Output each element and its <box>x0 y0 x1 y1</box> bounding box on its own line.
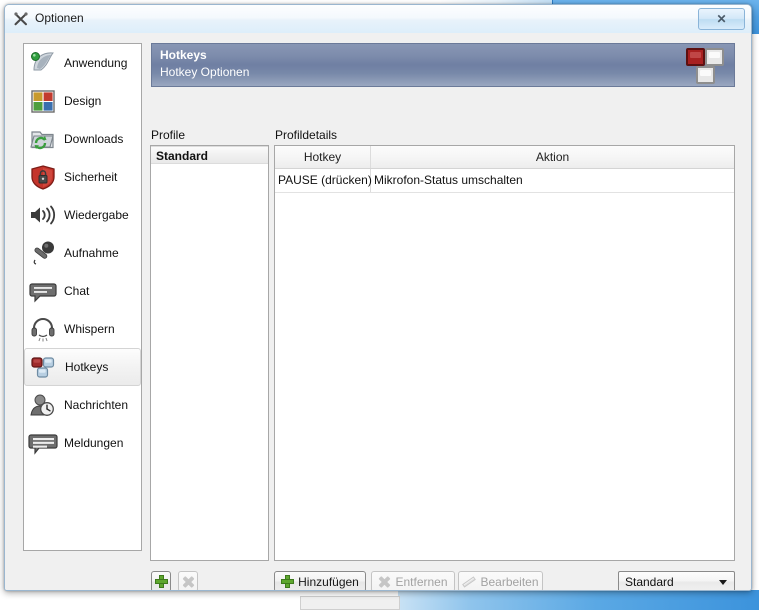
profile-select-value: Standard <box>625 575 674 589</box>
dialog-body: Anwendung Design Downloads Sicherheit Wi… <box>5 33 751 590</box>
sidebar-item-sicherheit[interactable]: Sicherheit <box>24 158 141 196</box>
three-squares-icon <box>686 48 728 84</box>
sidebar-item-label: Downloads <box>64 132 124 146</box>
sidebar-item-label: Sicherheit <box>64 170 118 184</box>
sidebar-item-whispern[interactable]: Whispern <box>24 310 141 348</box>
sidebar-item-chat[interactable]: Chat <box>24 272 141 310</box>
page-title: Hotkeys <box>160 48 207 62</box>
sidebar-item-anwendung[interactable]: Anwendung <box>24 44 141 82</box>
speaker-waves-icon <box>28 200 58 230</box>
speech-bubble-icon <box>28 276 58 306</box>
sidebar-item-downloads[interactable]: Downloads <box>24 120 141 158</box>
profile-list-label: Profile <box>151 128 186 142</box>
section-header: Hotkeys Hotkey Optionen <box>151 43 735 87</box>
sidebar-item-label: Anwendung <box>64 56 128 70</box>
chevron-down-icon <box>719 579 727 585</box>
dialog-title: Optionen <box>35 11 84 25</box>
four-color-squares-icon <box>28 86 58 116</box>
profile-select[interactable]: Standard <box>618 571 735 590</box>
remove-hotkey-button: Entfernen <box>371 571 455 590</box>
sidebar-nav: Anwendung Design Downloads Sicherheit Wi… <box>23 43 142 551</box>
list-item[interactable]: Standard <box>151 146 268 164</box>
speech-bubble-lines-icon <box>28 428 58 458</box>
plus-icon <box>281 575 295 588</box>
sidebar-item-label: Nachrichten <box>64 398 129 412</box>
sidebar-item-label: Wiedergabe <box>64 208 129 222</box>
add-profile-button[interactable] <box>151 571 171 590</box>
add-hotkey-button[interactable]: Hinzufügen <box>274 571 366 590</box>
add-hotkey-label: Hinzufügen <box>298 574 359 589</box>
edit-hotkey-label: Bearbeiten <box>480 574 539 589</box>
microphone-icon <box>28 238 58 268</box>
page-subtitle: Hotkey Optionen <box>160 65 250 79</box>
pencil-icon <box>462 575 476 588</box>
x-icon <box>182 575 195 588</box>
sidebar-item-wiedergabe[interactable]: Wiedergabe <box>24 196 141 234</box>
cell-hotkey: PAUSE (drücken) <box>275 169 372 192</box>
background-taskbar-strip <box>398 590 759 610</box>
remove-profile-button <box>178 571 198 590</box>
sidebar-item-meldungen[interactable]: Meldungen <box>24 424 141 462</box>
sidebar-item-hotkeys[interactable]: Hotkeys <box>24 348 141 386</box>
sidebar-item-label: Whispern <box>64 322 115 336</box>
close-icon: ✕ <box>716 12 727 26</box>
sidebar-item-label: Meldungen <box>64 436 124 450</box>
profile-list[interactable]: Standard <box>150 145 269 561</box>
x-icon <box>378 575 391 588</box>
table-row[interactable]: PAUSE (drücken) Mikrofon-Status umschalt… <box>275 169 734 193</box>
person-clock-icon <box>28 390 58 420</box>
options-dialog: Optionen ✕ Anwendung Design Downloads Si… <box>4 4 752 591</box>
remove-hotkey-label: Entfernen <box>395 574 448 589</box>
crossed-tools-icon <box>13 11 29 27</box>
sidebar-item-label: Design <box>64 94 102 108</box>
background-panel-fragment <box>300 596 400 610</box>
column-header-aktion[interactable]: Aktion <box>371 146 734 168</box>
sidebar-item-label: Chat <box>64 284 90 298</box>
close-button[interactable]: ✕ <box>698 8 745 30</box>
sidebar-item-design[interactable]: Design <box>24 82 141 120</box>
folder-refresh-icon <box>28 124 58 154</box>
sidebar-item-label: Hotkeys <box>65 360 109 374</box>
table-header-row: Hotkey Aktion <box>275 146 734 169</box>
shield-lock-icon <box>28 162 58 192</box>
edit-hotkey-button: Bearbeiten <box>458 571 543 590</box>
three-squares-icon <box>29 352 59 382</box>
cell-aktion: Mikrofon-Status umschalten <box>374 173 523 187</box>
headset-icon <box>28 314 58 344</box>
plus-icon <box>154 575 168 588</box>
hotkey-details-table[interactable]: Hotkey Aktion PAUSE (drücken) Mikrofon-S… <box>274 145 735 561</box>
dialog-titlebar: Optionen ✕ <box>5 5 751 34</box>
application-swirl-icon <box>28 48 58 78</box>
sidebar-item-label: Aufnahme <box>64 246 119 260</box>
sidebar-item-aufnahme[interactable]: Aufnahme <box>24 234 141 272</box>
column-header-hotkey[interactable]: Hotkey <box>275 146 371 168</box>
profildetails-label: Profildetails <box>275 128 338 142</box>
sidebar-item-nachrichten[interactable]: Nachrichten <box>24 386 141 424</box>
